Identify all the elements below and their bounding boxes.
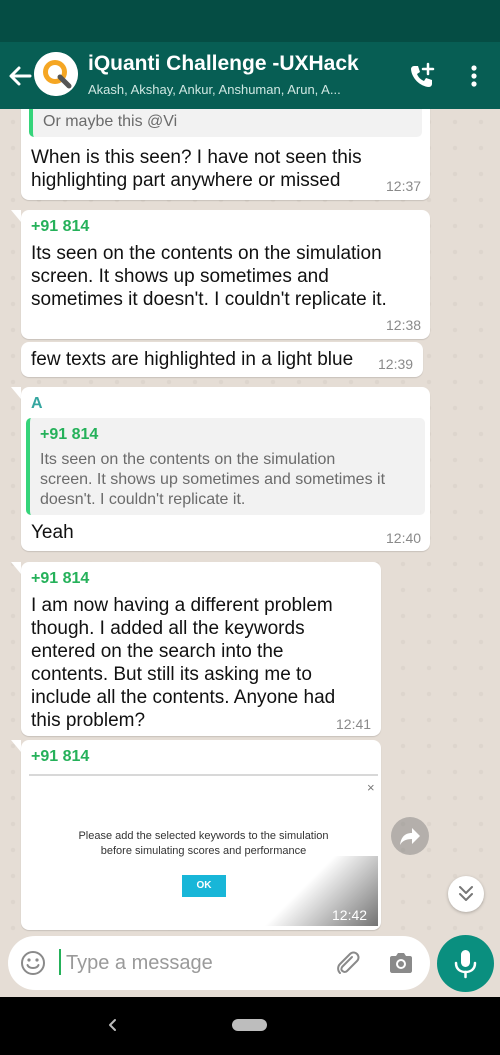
message-text-line: sometimes it doesn't. I couldn't replica…: [31, 289, 387, 310]
message-time: 12:38: [386, 317, 422, 333]
bubble-tail: [11, 562, 21, 574]
mic-icon: [454, 950, 477, 979]
attach-icon: [337, 951, 360, 974]
message-text-line: include all the contents. Anyone had: [31, 687, 336, 708]
message-bubble[interactable]: +91 814 I am now having a different prob…: [21, 562, 381, 736]
message-text-line: When is this seen? I have not seen this: [31, 147, 362, 168]
emoji-button[interactable]: [20, 950, 46, 976]
message-text-line: though. I added all the keywords: [31, 618, 305, 639]
nav-home-pill[interactable]: [232, 1019, 267, 1031]
nav-back-icon: [109, 1019, 116, 1031]
status-bar: [0, 0, 500, 42]
emoji-icon: [21, 951, 45, 975]
message-text-line: I am now having a different problem: [31, 595, 333, 616]
back-arrow-icon: [9, 66, 32, 86]
image-attachment[interactable]: × Please add the selected keywords to th…: [29, 774, 378, 926]
text-caret: [59, 949, 61, 975]
forward-icon: [400, 828, 420, 845]
chat-title[interactable]: iQuanti Challenge -UXHack: [88, 52, 359, 76]
quoted-message[interactable]: Or maybe this @Vi: [29, 109, 422, 137]
message-composer: [8, 936, 430, 990]
message-bubble[interactable]: few texts are highlighted in a light blu…: [21, 342, 423, 377]
message-sender[interactable]: +91 814: [31, 748, 89, 766]
quoted-message-sender: +91 814: [40, 426, 99, 443]
bubble-tail: [11, 740, 21, 752]
message-input[interactable]: [66, 950, 326, 976]
message-sender[interactable]: +91 814: [31, 570, 89, 588]
message-text-line: entered on the search into the: [31, 641, 284, 662]
message-bubble[interactable]: Or maybe this @Vi When is this seen? I h…: [21, 109, 430, 200]
message-text-line: contents. But still its asking me to: [31, 664, 312, 685]
message-text-line: screen. It shows up sometimes and: [31, 266, 329, 287]
scroll-to-bottom-button[interactable]: [448, 876, 484, 912]
quoted-message-text: doesn't. I couldn't replicate it.: [40, 491, 246, 508]
message-text-line: this problem?: [31, 710, 146, 731]
message-time: 12:42: [332, 907, 368, 923]
bubble-tail: [11, 387, 21, 399]
message-sender[interactable]: A: [31, 395, 43, 413]
quoted-message-text: screen. It shows up sometimes and someti…: [40, 471, 386, 488]
image-dialog-ok: OK: [182, 875, 226, 897]
message-text-line: Its seen on the contents on the simulati…: [31, 243, 382, 264]
message-time: 12:39: [378, 356, 414, 372]
message-text-line: highlighting part anywhere or missed: [31, 170, 341, 191]
camera-icon: [390, 953, 412, 973]
bubble-tail: [11, 210, 21, 222]
message-list[interactable]: Or maybe this @Vi When is this seen? I h…: [0, 109, 500, 935]
forward-button[interactable]: [391, 817, 429, 855]
message-text-line: few texts are highlighted in a light blu…: [31, 349, 354, 370]
message-bubble[interactable]: +91 814 Its seen on the contents on the …: [21, 210, 430, 339]
chat-participants[interactable]: Akash, Akshay, Ankur, Anshuman, Arun, A.…: [88, 82, 388, 96]
message-time: 12:37: [386, 178, 422, 194]
message-time: 12:41: [336, 716, 372, 732]
add-call-button[interactable]: [408, 62, 436, 90]
group-avatar-image: [34, 52, 78, 96]
nav-back-button[interactable]: [104, 1013, 120, 1037]
double-chevron-down-icon: [459, 886, 473, 901]
message-time: 12:40: [386, 530, 422, 546]
message-sender[interactable]: +91 814: [31, 218, 89, 236]
image-message-bubble[interactable]: +91 814 × Please add the selected keywor…: [21, 740, 381, 930]
group-avatar[interactable]: [34, 52, 78, 96]
system-nav-bar: [0, 997, 500, 1055]
app-bar: iQuanti Challenge -UXHack Akash, Akshay,…: [0, 42, 500, 109]
message-bubble[interactable]: A +91 814 Its seen on the contents on th…: [21, 387, 430, 551]
quoted-message[interactable]: +91 814 Its seen on the contents on the …: [26, 418, 425, 515]
voice-message-button[interactable]: [437, 935, 494, 992]
quoted-message-text: Or maybe this @Vi: [43, 113, 178, 130]
image-dialog-text: Please add the selected keywords to the …: [78, 830, 329, 842]
camera-button[interactable]: [386, 948, 416, 978]
attach-button[interactable]: [332, 948, 362, 978]
quoted-message-text: Its seen on the contents on the simulati…: [40, 451, 336, 468]
message-text-line: Yeah: [31, 522, 74, 543]
more-options-button[interactable]: [462, 62, 486, 90]
more-vert-icon: [471, 65, 477, 87]
add-call-icon: [411, 62, 435, 87]
image-close-glyph: ×: [367, 780, 375, 795]
back-button[interactable]: [6, 62, 34, 90]
